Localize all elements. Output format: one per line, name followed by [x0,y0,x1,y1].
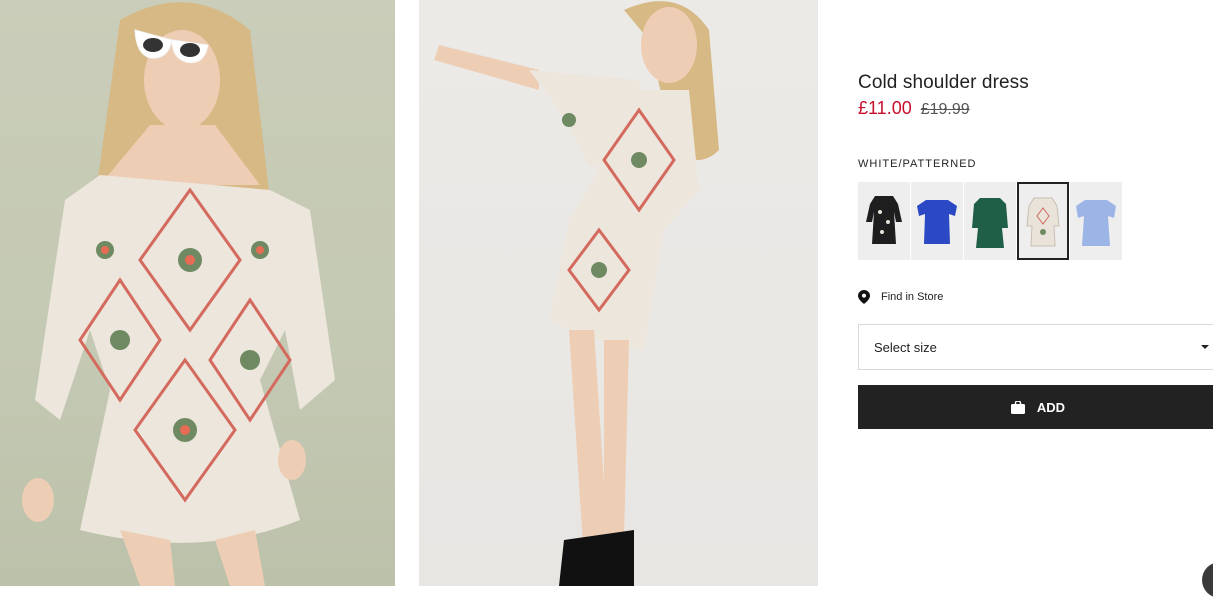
price-row: £11.00 £19.99 [858,98,970,119]
swatch-blue[interactable] [911,182,963,260]
original-price: £19.99 [920,101,970,118]
model-side-illustration [434,1,719,586]
add-button-label: ADD [1036,399,1066,415]
swatch-green[interactable] [964,182,1016,260]
model-front-illustration [22,2,335,586]
product-image-front[interactable] [0,0,395,586]
location-pin-icon [858,290,870,304]
product-image-side[interactable] [419,0,818,586]
product-details-panel: Cold shoulder dress £11.00 £19.99 WHITE/… [858,0,1213,604]
sale-price: £11.00 [858,98,912,118]
color-swatch-list [858,182,1122,260]
swatch-white-patterned[interactable] [1017,182,1069,260]
size-select-label: Select size [874,339,937,355]
caret-down-icon [1201,345,1209,349]
product-title: Cold shoulder dress [858,72,1029,93]
swatch-black-floral[interactable] [858,182,910,260]
size-select-dropdown[interactable]: Select size [858,324,1213,370]
shopping-bag-icon [1010,400,1025,414]
color-name-label: WHITE/PATTERNED [858,158,977,170]
add-to-bag-button[interactable]: ADD [858,385,1213,429]
find-in-store-link[interactable]: Find in Store [858,290,943,304]
find-in-store-label: Find in Store [881,291,944,303]
swatch-light-blue[interactable] [1070,182,1122,260]
